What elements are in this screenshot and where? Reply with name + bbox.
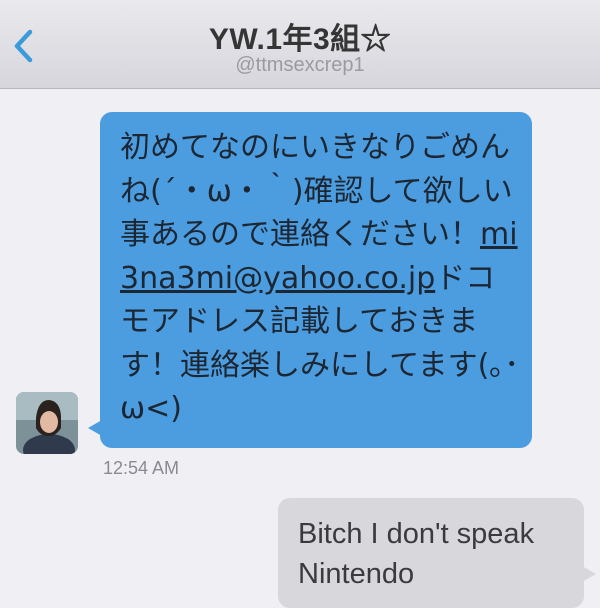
conversation-header: YW.1年3組☆ @ttmsexcrep1 xyxy=(0,0,600,89)
outgoing-message-text: Bitch I don't speak Nintendo xyxy=(298,518,535,590)
avatar-image xyxy=(16,392,78,454)
incoming-message-text: 初めてなのにいきなりごめんね(´・ω・｀)確認して欲しい事あるので連絡ください！… xyxy=(120,126,520,431)
conversation-title[interactable]: YW.1年3組☆ xyxy=(0,14,600,58)
user-handle[interactable]: @ttmsexcrep1 xyxy=(0,54,600,77)
message-text-part: 初めてなのにいきなりごめんね(´・ω・｀)確認して欲しい事あるので連絡ください！ xyxy=(120,130,513,252)
incoming-message-bubble[interactable]: 初めてなのにいきなりごめんね(´・ω・｀)確認して欲しい事あるので連絡ください！… xyxy=(100,112,532,448)
outgoing-message-bubble[interactable]: Bitch I don't speak Nintendo xyxy=(278,498,584,608)
avatar[interactable] xyxy=(16,392,78,454)
outgoing-bubble-tail xyxy=(582,566,596,582)
message-timestamp: 12:54 AM xyxy=(103,458,180,478)
